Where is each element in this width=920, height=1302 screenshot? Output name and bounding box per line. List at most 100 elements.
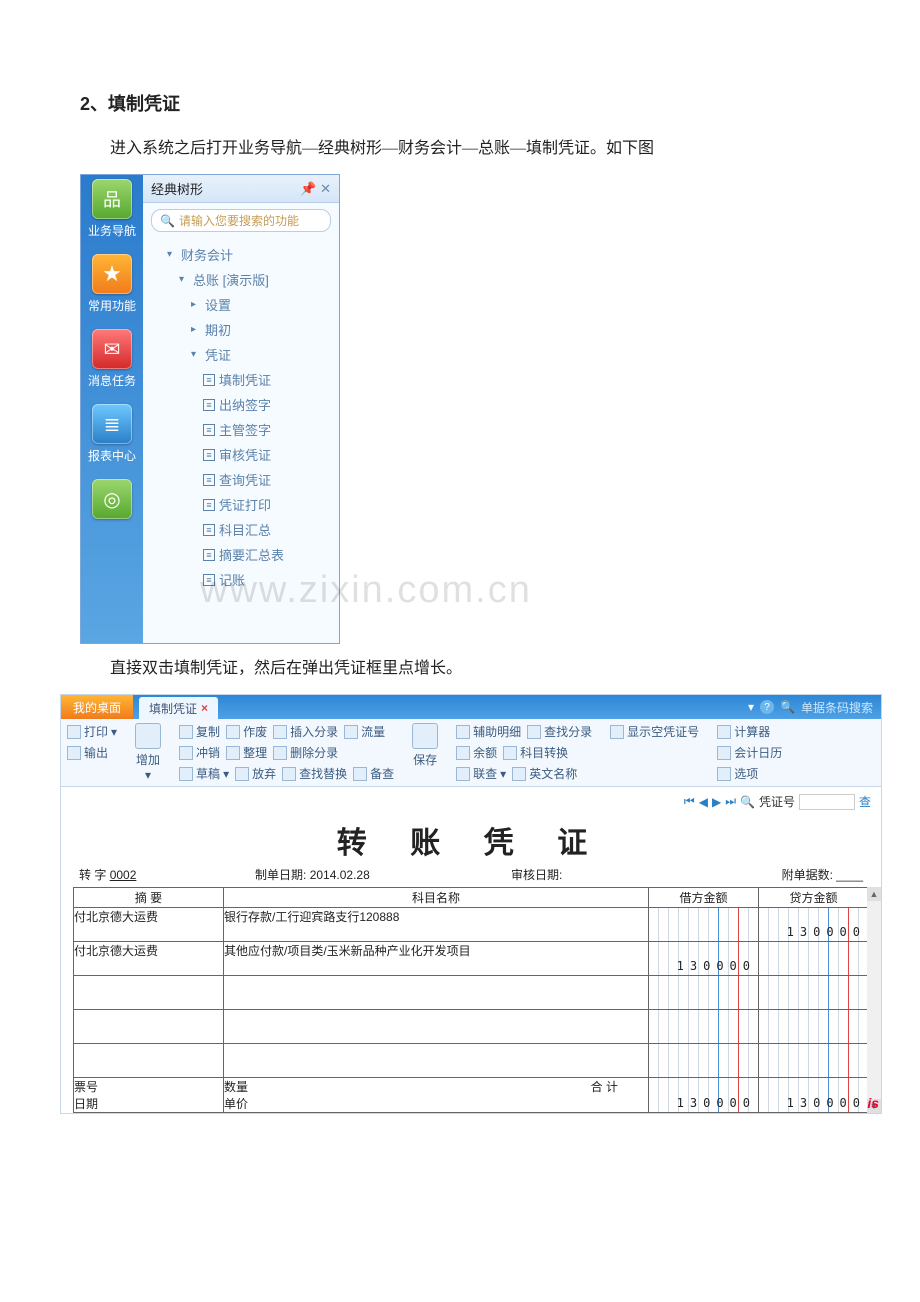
- tab-voucher[interactable]: 填制凭证×: [139, 697, 218, 719]
- panel-title: 经典树形: [151, 179, 203, 198]
- voucher-row[interactable]: [74, 976, 869, 1010]
- nav-screenshot: 业务导航 常用功能 消息任务 报表中心 经典树形 📌 ✕ 🔍 请输入您要搜索的功…: [80, 174, 340, 644]
- voucher-row[interactable]: 付北京德大运费银行存款/工行迎宾路支行120888130000: [74, 908, 869, 942]
- balance-button[interactable]: 余额: [456, 744, 497, 761]
- toolbar: 打印 ▾ 输出 增加 ▾ 复制 作废 插入分录 流量 冲销 整理 删除分录 草稿…: [61, 719, 881, 787]
- col-subject: 科目名称: [224, 888, 649, 908]
- calendar-icon: [717, 746, 731, 760]
- tree-item-summary-sum[interactable]: ≡摘要汇总表: [201, 542, 333, 567]
- doc-icon: ≡: [203, 474, 215, 486]
- tree-item-query[interactable]: ≡查询凭证: [201, 467, 333, 492]
- col-credit: 贷方金额: [759, 888, 869, 908]
- help-icon[interactable]: ?: [760, 700, 774, 714]
- findrep-button[interactable]: 查找替换: [282, 765, 347, 782]
- en-name-button[interactable]: 英文名称: [512, 765, 577, 782]
- sidebar-nav[interactable]: 业务导航: [84, 179, 140, 239]
- tree-ledger[interactable]: ▾总账 [演示版]: [177, 267, 333, 292]
- en-icon: [512, 767, 526, 781]
- tree-item-print[interactable]: ≡凭证打印: [201, 492, 333, 517]
- ins-line-button[interactable]: 插入分录: [273, 723, 338, 740]
- abort-icon: [235, 767, 249, 781]
- tree-item-post[interactable]: ≡记账: [201, 567, 333, 592]
- doc-icon: ≡: [203, 374, 215, 386]
- subj-conv-button[interactable]: 科目转换: [503, 744, 568, 761]
- prev-icon[interactable]: ◀: [699, 795, 708, 809]
- sidebar-rpt[interactable]: 报表中心: [84, 404, 140, 464]
- backup-button[interactable]: 备查: [353, 765, 394, 782]
- options-button[interactable]: 选项: [717, 765, 758, 782]
- findrep-icon: [282, 767, 296, 781]
- voucher-meta: 转 字 0002 制单日期: 2014.02.28 审核日期: 附单据数: __…: [61, 866, 881, 887]
- barcode-search[interactable]: 单据条码搜索: [801, 699, 873, 716]
- nav-icon: [92, 179, 132, 219]
- add-button[interactable]: 增加 ▾: [135, 723, 161, 782]
- flow-button[interactable]: 流量: [344, 723, 385, 740]
- draft-button[interactable]: 草稿 ▾: [179, 765, 229, 782]
- tab-bar: 我的桌面 填制凭证× ▾ ? 🔍 单据条码搜索: [61, 695, 881, 719]
- close-tab-icon[interactable]: ×: [201, 701, 208, 715]
- tree-search[interactable]: 🔍 请输入您要搜索的功能: [151, 209, 331, 232]
- calc-button[interactable]: 计算器: [717, 723, 770, 740]
- foot-mid: 数量合 计单价: [224, 1078, 649, 1113]
- voucher-row[interactable]: [74, 1044, 869, 1078]
- tab-home[interactable]: 我的桌面: [61, 695, 133, 719]
- voucher-row[interactable]: [74, 1010, 869, 1044]
- panel-header: 经典树形 📌 ✕: [143, 175, 339, 203]
- tree-item-cashier-sign[interactable]: ≡出纳签字: [201, 392, 333, 417]
- doc-icon: ≡: [203, 549, 215, 561]
- empty-icon: [610, 725, 624, 739]
- conv-icon: [503, 746, 517, 760]
- abort-button[interactable]: 放弃: [235, 765, 276, 782]
- tidy-button[interactable]: 整理: [226, 744, 267, 761]
- balance-icon: [456, 746, 470, 760]
- tree-voucher[interactable]: ▾凭证: [189, 342, 333, 367]
- flow-icon: [344, 725, 358, 739]
- save-button[interactable]: 保存: [412, 723, 438, 782]
- aux-button[interactable]: 辅助明细: [456, 723, 521, 740]
- first-icon[interactable]: ⏮: [684, 794, 695, 809]
- search-link[interactable]: 查: [859, 793, 871, 810]
- sidebar-cmp[interactable]: [84, 479, 140, 522]
- tree-item-manager-sign[interactable]: ≡主管签字: [201, 417, 333, 442]
- offset-button[interactable]: 冲销: [179, 744, 220, 761]
- options-icon: [717, 767, 731, 781]
- nav-tree: ▾财务会计 ▾总账 [演示版] ▸设置 ▸期初 ▾凭证 ≡填制凭证 ≡出纳签字: [143, 238, 339, 643]
- copy-icon: [179, 725, 193, 739]
- find-entry-button[interactable]: 查找分录: [527, 723, 592, 740]
- scrollbar[interactable]: ▲▼: [867, 887, 881, 1113]
- show-empty-button[interactable]: 显示空凭证号: [610, 723, 699, 740]
- tree-item-make-voucher[interactable]: ≡填制凭证: [201, 367, 333, 392]
- search-icon[interactable]: 🔍: [780, 700, 795, 714]
- tree-setup[interactable]: ▸设置: [189, 292, 333, 317]
- tree-root[interactable]: ▾财务会计: [165, 242, 333, 267]
- void-icon: [226, 725, 240, 739]
- last-icon[interactable]: ⏭: [725, 794, 736, 809]
- find-icon: [527, 725, 541, 739]
- section-heading: 2、填制凭证: [80, 90, 875, 116]
- printer-icon: [67, 725, 81, 739]
- tree-item-audit[interactable]: ≡审核凭证: [201, 442, 333, 467]
- tree-item-subj-sum[interactable]: ≡科目汇总: [201, 517, 333, 542]
- backup-icon: [353, 767, 367, 781]
- dropdown-icon[interactable]: ▾: [748, 700, 754, 714]
- vnum-input[interactable]: [799, 794, 855, 810]
- sidebar-fav[interactable]: 常用功能: [84, 254, 140, 314]
- void-button[interactable]: 作废: [226, 723, 267, 740]
- col-debit: 借方金额: [649, 888, 759, 908]
- copy-button[interactable]: 复制: [179, 723, 220, 740]
- sidebar-msg[interactable]: 消息任务: [84, 329, 140, 389]
- linkchk-button[interactable]: 联查 ▾: [456, 765, 506, 782]
- tree-period[interactable]: ▸期初: [189, 317, 333, 342]
- scroll-up-icon[interactable]: ▲: [867, 887, 881, 901]
- search-icon[interactable]: 🔍: [740, 795, 755, 809]
- calendar-button[interactable]: 会计日历: [717, 744, 782, 761]
- del-line-button[interactable]: 删除分录: [273, 744, 338, 761]
- calc-icon: [717, 725, 731, 739]
- print-button[interactable]: 打印 ▾: [67, 723, 117, 740]
- next-icon[interactable]: ▶: [712, 795, 721, 809]
- export-button[interactable]: 输出: [67, 744, 108, 761]
- pin-icon[interactable]: 📌: [300, 181, 316, 196]
- voucher-row[interactable]: 付北京德大运费其他应付款/项目类/玉米新品种产业化开发项目130000: [74, 942, 869, 976]
- search-icon: 🔍: [160, 214, 175, 228]
- close-icon[interactable]: ✕: [320, 181, 331, 196]
